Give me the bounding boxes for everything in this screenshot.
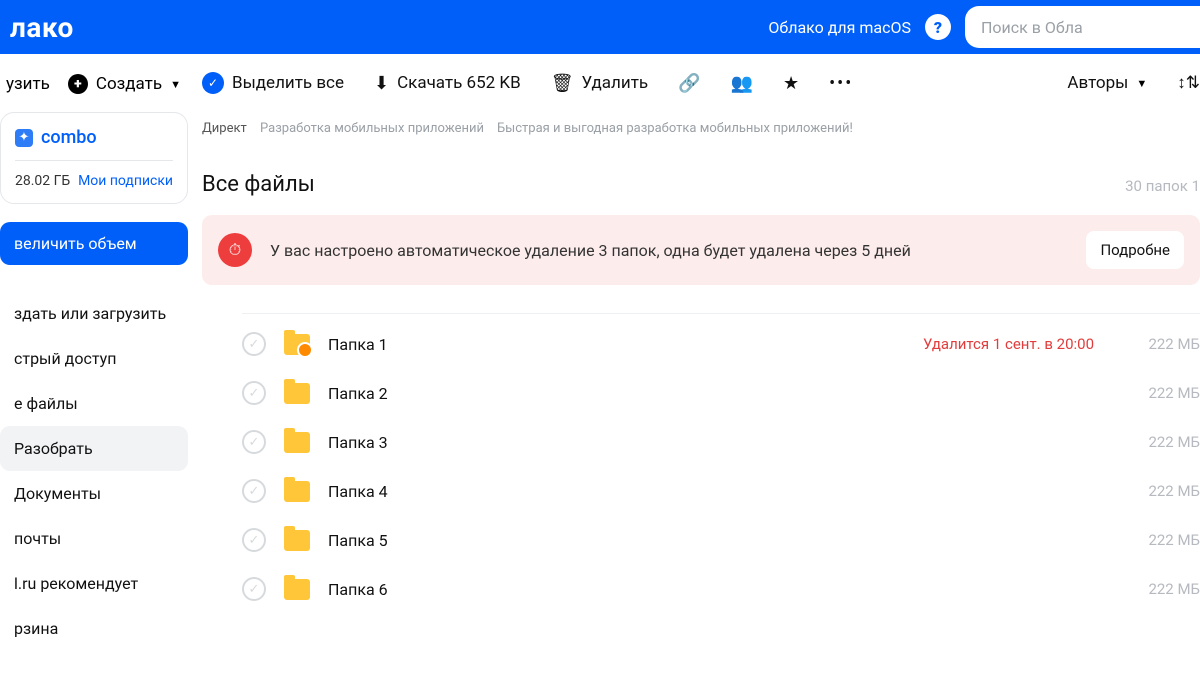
delete-label: Удалить: [582, 73, 649, 93]
file-row[interactable]: ✓ Папка 2 222 МБ: [242, 369, 1200, 418]
upload-button[interactable]: узить: [6, 74, 50, 94]
chevron-down-icon: ▼: [1136, 77, 1147, 90]
storage-size: 28.02 ГБ: [15, 173, 70, 189]
combo-label: combo: [41, 127, 97, 148]
row-checkbox[interactable]: ✓: [242, 332, 266, 356]
file-row[interactable]: ✓ Папка 3 222 МБ: [242, 418, 1200, 467]
file-name: Папка 4: [328, 482, 388, 501]
file-name: Папка 5: [328, 531, 388, 550]
delete-note: Удалится 1 сент. в 20:00: [923, 335, 1094, 353]
timer-icon: ⏱: [218, 233, 252, 267]
ad-tag: Директ: [202, 121, 247, 136]
file-name: Папка 6: [328, 580, 388, 599]
check-icon: ✓: [202, 72, 224, 94]
download-icon: ⬇: [374, 73, 389, 94]
banner-details-button[interactable]: Подробне: [1086, 231, 1184, 269]
file-list: ✓ Папка 1 Удалится 1 сент. в 20:00 222 МБ ✓ П…: [198, 313, 1200, 614]
sidebar-item[interactable]: здать или загрузить: [0, 291, 198, 336]
sidebar-item[interactable]: Разобрать: [0, 426, 188, 471]
chevron-down-icon: ▼: [170, 78, 181, 91]
file-name: Папка 3: [328, 433, 388, 452]
file-size: 222 МБ: [1140, 580, 1200, 598]
ad-text-1: Разработка мобильных приложений: [260, 121, 484, 136]
authors-label: Авторы: [1067, 73, 1128, 93]
sidebar-item[interactable]: стрый доступ: [0, 336, 198, 381]
sidebar: узить + Создать ▼ ✦ combo 28.02 ГБ Мои п…: [0, 54, 198, 675]
file-size: 222 МБ: [1140, 433, 1200, 451]
sidebar-item[interactable]: е файлы: [0, 381, 198, 426]
folder-icon: [284, 383, 310, 404]
row-checkbox[interactable]: ✓: [242, 430, 266, 454]
folder-icon: [284, 334, 310, 355]
star-icon[interactable]: ★: [783, 73, 799, 94]
file-row[interactable]: ✓ Папка 4 222 МБ: [242, 467, 1200, 516]
search-box[interactable]: [965, 6, 1200, 48]
folder-icon: [284, 530, 310, 551]
file-size: 222 МБ: [1140, 335, 1200, 353]
sidebar-nav: здать или загрузитьстрый доступе файлыРа…: [0, 291, 198, 651]
macos-label: Облако для macOS: [768, 18, 911, 37]
plus-icon: +: [68, 74, 88, 94]
topbar-right: Облако для macOS ?: [760, 6, 1200, 48]
download-label: Скачать 652 KB: [397, 73, 521, 93]
create-label: Создать: [96, 74, 162, 94]
create-button[interactable]: + Создать ▼: [68, 74, 181, 94]
sort-icon[interactable]: ↕⇅: [1177, 73, 1200, 93]
ad-line[interactable]: Директ Разработка мобильных приложений Б…: [198, 111, 1200, 136]
help-icon[interactable]: ?: [925, 14, 951, 40]
row-checkbox[interactable]: ✓: [242, 577, 266, 601]
select-all-button[interactable]: ✓ Выделить все: [202, 72, 344, 94]
sidebar-item[interactable]: почты: [0, 516, 198, 561]
search-input[interactable]: [981, 18, 1184, 37]
file-size: 222 МБ: [1140, 531, 1200, 549]
authors-filter[interactable]: Авторы ▼: [1067, 73, 1147, 93]
file-size: 222 МБ: [1140, 482, 1200, 500]
sidebar-item[interactable]: рзина: [0, 606, 198, 651]
file-row[interactable]: ✓ Папка 6 222 МБ: [242, 565, 1200, 614]
sidebar-item[interactable]: Документы: [0, 471, 198, 516]
folder-icon: [284, 432, 310, 453]
auto-delete-banner: ⏱ У вас настроено автоматическое удалени…: [202, 215, 1200, 285]
banner-text: У вас настроено автоматическое удаление …: [270, 241, 1068, 260]
share-link-icon[interactable]: 🔗: [678, 73, 700, 94]
ad-text-2: Быстрая и выгодная разработка мобильных …: [497, 121, 853, 136]
macos-download-link[interactable]: Облако для macOS: [760, 18, 911, 37]
folder-icon: [284, 579, 310, 600]
subscriptions-link[interactable]: Мои подписки: [78, 173, 173, 189]
combo-link[interactable]: ✦ combo: [15, 127, 173, 161]
row-checkbox[interactable]: ✓: [242, 381, 266, 405]
download-button[interactable]: ⬇ Скачать 652 KB: [374, 73, 521, 94]
folder-icon: [284, 481, 310, 502]
select-all-label: Выделить все: [232, 73, 344, 93]
upload-label: узить: [6, 74, 50, 94]
folder-count: 30 папок 1: [1125, 177, 1200, 195]
row-checkbox[interactable]: ✓: [242, 479, 266, 503]
main-area: ✓ Выделить все ⬇ Скачать 652 KB 🗑 Удалит…: [198, 54, 1200, 675]
file-row[interactable]: ✓ Папка 1 Удалится 1 сент. в 20:00 222 МБ: [242, 313, 1200, 369]
row-checkbox[interactable]: ✓: [242, 528, 266, 552]
storage-card: ✦ combo 28.02 ГБ Мои подписки: [0, 112, 188, 204]
main-toolbar: ✓ Выделить все ⬇ Скачать 652 KB 🗑 Удалит…: [198, 54, 1200, 111]
file-name: Папка 1: [328, 335, 388, 354]
users-icon[interactable]: 👥: [731, 73, 753, 94]
more-icon[interactable]: •••: [829, 73, 853, 94]
page-title: Все файлы: [202, 172, 315, 197]
file-name: Папка 2: [328, 384, 388, 403]
file-size: 222 МБ: [1140, 384, 1200, 402]
delete-button[interactable]: 🗑 Удалить: [551, 73, 648, 94]
upgrade-button[interactable]: величить объем: [0, 222, 188, 265]
combo-icon: ✦: [15, 129, 33, 147]
logo: лако: [10, 11, 74, 44]
file-row[interactable]: ✓ Папка 5 222 МБ: [242, 516, 1200, 565]
sidebar-item[interactable]: l.ru рекомендует: [0, 561, 198, 606]
topbar: лако Облако для macOS ?: [0, 0, 1200, 54]
trash-icon: 🗑: [551, 73, 574, 94]
